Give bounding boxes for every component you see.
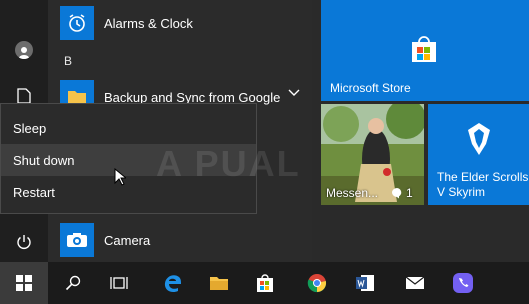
file-explorer-icon — [210, 277, 228, 290]
word-button[interactable] — [342, 262, 388, 304]
power-options-menu: Sleep Shut down Restart — [0, 103, 257, 214]
clock-icon — [60, 6, 94, 40]
store-icon — [257, 274, 273, 292]
power-button[interactable] — [0, 222, 48, 262]
skyrim-dragon-icon — [468, 123, 490, 155]
messenger-icon — [392, 188, 402, 199]
word-icon — [356, 275, 374, 291]
tile-area: Microsoft Store Messen... 1 The Elder Sc… — [312, 0, 529, 262]
skyrim-tile[interactable]: The Elder Scrolls V Skyrim — [428, 104, 529, 205]
app-label: Camera — [104, 232, 151, 248]
viber-button[interactable] — [440, 262, 486, 304]
chevron-down-icon[interactable] — [288, 89, 300, 97]
mail-icon — [405, 276, 425, 289]
tile-label: Microsoft Store — [330, 81, 411, 95]
start-icon — [16, 275, 32, 291]
edge-button[interactable] — [150, 262, 196, 304]
store-button[interactable] — [242, 262, 288, 304]
search-button[interactable] — [50, 262, 96, 304]
edge-icon — [164, 275, 181, 293]
power-icon — [17, 235, 31, 249]
document-icon — [17, 88, 31, 104]
start-button[interactable] — [0, 262, 48, 304]
badge-count: 1 — [406, 186, 413, 200]
store-bag-icon — [412, 36, 436, 62]
app-alarms-clock[interactable]: Alarms & Clock — [60, 3, 193, 43]
messenger-tile[interactable]: Messen... 1 — [321, 104, 424, 205]
taskbar — [0, 262, 529, 304]
notification-badge: 1 — [391, 186, 413, 200]
search-icon — [65, 275, 81, 291]
file-explorer-button[interactable] — [196, 262, 242, 304]
shut-down-option[interactable]: Shut down — [1, 144, 256, 176]
microsoft-store-tile[interactable]: Microsoft Store — [321, 0, 529, 101]
sleep-option[interactable]: Sleep — [1, 112, 256, 144]
user-account-button[interactable] — [0, 30, 48, 70]
tile-label: The Elder Scrolls V Skyrim — [437, 170, 529, 199]
chrome-button[interactable] — [294, 262, 340, 304]
user-avatar-icon — [15, 41, 33, 59]
tile-label: Messen... — [326, 186, 379, 200]
task-view-icon — [110, 277, 128, 289]
chrome-icon — [307, 274, 327, 293]
camera-icon — [60, 223, 94, 257]
task-view-button[interactable] — [96, 262, 142, 304]
mail-button[interactable] — [392, 262, 438, 304]
section-letter[interactable]: B — [64, 54, 72, 68]
viber-icon — [453, 273, 473, 293]
app-label: Alarms & Clock — [104, 15, 193, 31]
restart-option[interactable]: Restart — [1, 176, 256, 208]
app-camera[interactable]: Camera — [60, 220, 150, 260]
mouse-cursor-icon — [114, 168, 126, 186]
